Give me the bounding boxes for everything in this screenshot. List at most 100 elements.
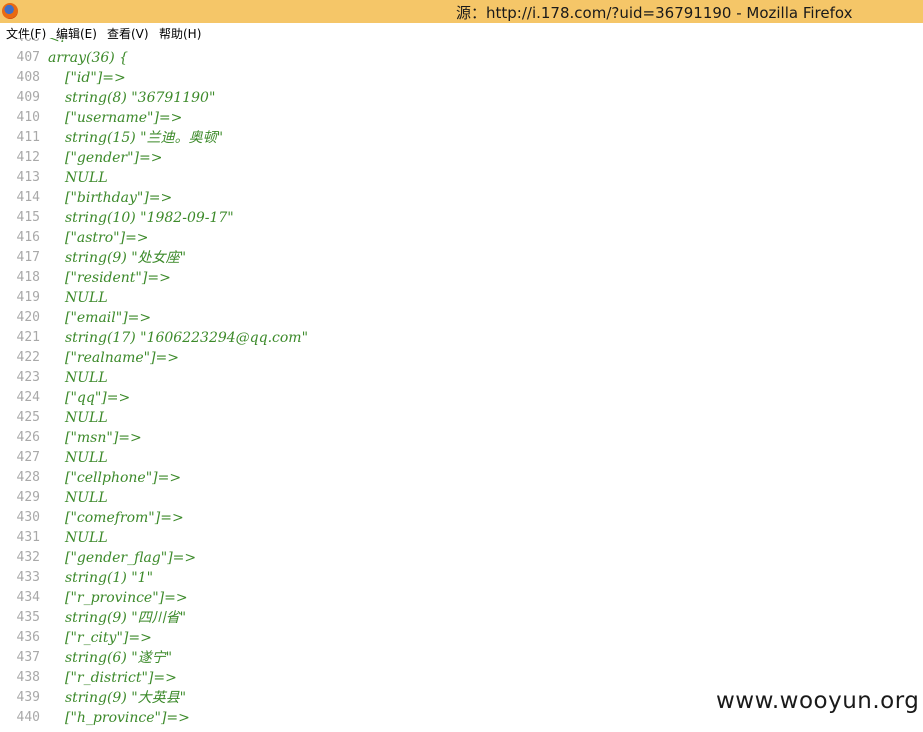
- source-line: 427 NULL: [0, 448, 923, 468]
- source-line: 438 ["r_district"]=>: [0, 668, 923, 688]
- source-code: ["msn"]=>: [65, 430, 142, 446]
- line-number: 422: [16, 350, 40, 365]
- source-code: NULL: [65, 530, 108, 546]
- source-line: 434 ["r_province"]=>: [0, 588, 923, 608]
- source-code: string(6) "遂宁": [65, 650, 173, 666]
- line-number: 420: [16, 310, 40, 325]
- source-line: 435 string(9) "四川省": [0, 608, 923, 628]
- window-title-bar: 源：http://i.178.com/?uid=36791190 - Mozil…: [0, 0, 923, 23]
- source-code: NULL: [65, 450, 108, 466]
- source-line: 407 array(36) {: [0, 48, 923, 68]
- line-number: 426: [16, 430, 40, 445]
- source-view[interactable]: 406 <? 407 array(36) { 408 ["id"]=> 409 string(…: [0, 38, 923, 732]
- source-line: 415 string(10) "1982-09-17": [0, 208, 923, 228]
- source-code: ["comefrom"]=>: [65, 510, 184, 526]
- source-line: 416 ["astro"]=>: [0, 228, 923, 248]
- source-line: 412 ["gender"]=>: [0, 148, 923, 168]
- source-line: 430 ["comefrom"]=>: [0, 508, 923, 528]
- line-number: 409: [16, 90, 40, 105]
- source-line: 423 NULL: [0, 368, 923, 388]
- line-number: 438: [16, 670, 40, 685]
- source-code: ["r_province"]=>: [65, 590, 188, 606]
- line-number: 421: [16, 330, 40, 345]
- source-code: ["realname"]=>: [65, 350, 179, 366]
- source-code: ["cellphone"]=>: [65, 470, 182, 486]
- source-code: NULL: [65, 490, 108, 506]
- source-code: string(10) "1982-09-17": [65, 210, 234, 226]
- source-line: 414 ["birthday"]=>: [0, 188, 923, 208]
- line-number: 418: [16, 270, 40, 285]
- source-code: string(9) "处女座": [65, 250, 187, 266]
- line-number: 419: [16, 290, 40, 305]
- source-code: ["h_province"]=>: [65, 710, 190, 726]
- line-number: 433: [16, 570, 40, 585]
- source-line: 424 ["qq"]=>: [0, 388, 923, 408]
- source-line: 428 ["cellphone"]=>: [0, 468, 923, 488]
- line-number: 435: [16, 610, 40, 625]
- source-code: NULL: [65, 410, 108, 426]
- line-number: 431: [16, 530, 40, 545]
- watermark: www.wooyun.org: [716, 688, 920, 714]
- line-number: 439: [16, 690, 40, 705]
- line-number: 440: [16, 710, 40, 725]
- line-number: 428: [16, 470, 40, 485]
- line-number: 437: [16, 650, 40, 665]
- line-number: 425: [16, 410, 40, 425]
- line-number: 434: [16, 590, 40, 605]
- source-code: string(15) "兰迪。奥顿": [65, 130, 224, 146]
- line-number: 413: [16, 170, 40, 185]
- source-line: 413 NULL: [0, 168, 923, 188]
- source-code: ["gender_flag"]=>: [65, 550, 197, 566]
- source-code: ["email"]=>: [65, 310, 152, 326]
- source-line: 410 ["username"]=>: [0, 108, 923, 128]
- source-code: NULL: [65, 290, 108, 306]
- source-code: NULL: [65, 370, 108, 386]
- line-number: 411: [16, 130, 40, 145]
- source-code: string(8) "36791190": [65, 90, 216, 106]
- source-code: ["birthday"]=>: [65, 190, 173, 206]
- line-number: 410: [16, 110, 40, 125]
- source-code: <?: [48, 38, 68, 46]
- source-code: string(17) "1606223294@qq.com": [65, 330, 309, 346]
- source-line: 411 string(15) "兰迪。奥顿": [0, 128, 923, 148]
- source-line: 432 ["gender_flag"]=>: [0, 548, 923, 568]
- source-code: string(1) "1": [65, 570, 154, 586]
- line-number: 414: [16, 190, 40, 205]
- line-number: 436: [16, 630, 40, 645]
- source-code: ["r_district"]=>: [65, 670, 177, 686]
- source-line: 431 NULL: [0, 528, 923, 548]
- source-line: 436 ["r_city"]=>: [0, 628, 923, 648]
- source-line: 421 string(17) "1606223294@qq.com": [0, 328, 923, 348]
- source-line: 419 NULL: [0, 288, 923, 308]
- source-line: 429 NULL: [0, 488, 923, 508]
- source-line: 425 NULL: [0, 408, 923, 428]
- line-number: 424: [16, 390, 40, 405]
- firefox-icon: [2, 3, 18, 19]
- source-code: array(36) {: [48, 50, 129, 66]
- line-number: 430: [16, 510, 40, 525]
- source-code: ["astro"]=>: [65, 230, 149, 246]
- line-number: 427: [16, 450, 40, 465]
- source-line: 437 string(6) "遂宁": [0, 648, 923, 668]
- source-line: 409 string(8) "36791190": [0, 88, 923, 108]
- source-code: string(9) "四川省": [65, 610, 187, 626]
- source-code: ["qq"]=>: [65, 390, 131, 406]
- source-line: 433 string(1) "1": [0, 568, 923, 588]
- source-line: 408 ["id"]=>: [0, 68, 923, 88]
- source-line: 417 string(9) "处女座": [0, 248, 923, 268]
- source-code: ["gender"]=>: [65, 150, 163, 166]
- source-code: ["id"]=>: [65, 70, 126, 86]
- line-number: 408: [16, 70, 40, 85]
- source-line: 422 ["realname"]=>: [0, 348, 923, 368]
- line-number: 412: [16, 150, 40, 165]
- source-code: string(9) "大英县": [65, 690, 187, 706]
- source-code: ["r_city"]=>: [65, 630, 152, 646]
- source-code: ["resident"]=>: [65, 270, 171, 286]
- line-number: 406: [0, 38, 40, 48]
- source-line: 406 <?: [0, 38, 923, 48]
- line-number: 415: [16, 210, 40, 225]
- window-title: 源：http://i.178.com/?uid=36791190 - Mozil…: [456, 4, 853, 22]
- line-number: 407: [16, 50, 40, 65]
- line-number: 416: [16, 230, 40, 245]
- source-line: 420 ["email"]=>: [0, 308, 923, 328]
